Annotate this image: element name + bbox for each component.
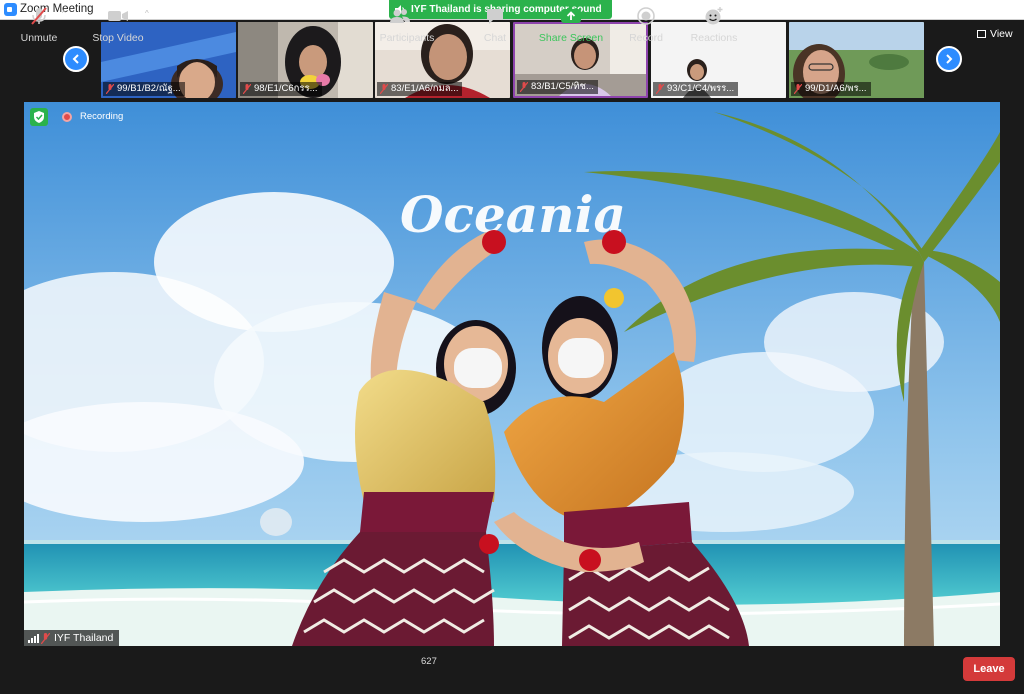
share-screen-button[interactable]: Share Screen bbox=[538, 6, 604, 44]
participant-name-label: 99/B1/B2/ณัฐ... bbox=[103, 82, 185, 96]
presenter-name: IYF Thailand bbox=[54, 632, 114, 644]
svg-text:Oceania: Oceania bbox=[400, 185, 626, 244]
record-button[interactable]: Record bbox=[626, 6, 666, 44]
audio-options-caret-icon[interactable]: ^ bbox=[62, 9, 66, 18]
chevron-right-icon bbox=[946, 54, 953, 64]
record-icon bbox=[637, 7, 655, 25]
reactions-label: Reactions bbox=[690, 32, 738, 44]
participant-count: 627 bbox=[421, 656, 437, 667]
grid-view-icon bbox=[977, 30, 986, 38]
recording-label: Recording bbox=[80, 111, 124, 122]
signal-strength-icon bbox=[28, 634, 39, 643]
muted-mic-icon bbox=[31, 7, 47, 25]
muted-mic-icon bbox=[243, 84, 251, 94]
participants-label: Participants bbox=[379, 32, 435, 44]
view-button-label: View bbox=[990, 28, 1013, 40]
participant-tile[interactable]: 99/D1/A6/พร... bbox=[789, 22, 924, 98]
main-video-stage[interactable]: Oceania Recording IYF Thailand bbox=[24, 102, 1000, 646]
participants-options-caret-icon[interactable]: ^ bbox=[447, 9, 451, 18]
security-shield-icon[interactable] bbox=[30, 108, 48, 126]
stop-video-label: Stop Video bbox=[92, 32, 144, 44]
leave-meeting-button[interactable]: Leave bbox=[963, 657, 1015, 681]
stop-video-button[interactable]: Stop Video bbox=[90, 6, 146, 44]
muted-mic-icon bbox=[380, 84, 388, 94]
participant-name-label: 83/E1/A6/กมล... bbox=[377, 82, 463, 96]
video-camera-icon bbox=[108, 11, 128, 21]
chat-button[interactable]: Chat bbox=[474, 6, 516, 44]
muted-mic-icon bbox=[656, 84, 664, 94]
participants-button[interactable]: Participants bbox=[378, 6, 436, 44]
recording-indicator[interactable]: Recording bbox=[60, 110, 123, 124]
video-options-caret-icon[interactable]: ^ bbox=[145, 9, 149, 18]
unmute-button[interactable]: Unmute bbox=[16, 6, 62, 44]
participant-tile[interactable]: 98/E1/C6กรร... bbox=[238, 22, 373, 98]
participants-icon bbox=[390, 9, 411, 23]
share-screen-icon bbox=[561, 9, 581, 23]
muted-mic-icon bbox=[106, 84, 114, 94]
unmute-label: Unmute bbox=[20, 32, 58, 44]
meeting-controls-toolbar bbox=[0, 647, 1024, 694]
muted-mic-icon bbox=[794, 84, 802, 94]
muted-mic-icon bbox=[41, 633, 50, 644]
muted-mic-icon bbox=[520, 82, 528, 92]
smiley-face-icon bbox=[705, 7, 723, 25]
participant-name-label: 93/C1/C4/พรร... bbox=[653, 82, 739, 96]
participant-name-label: 99/D1/A6/พร... bbox=[791, 82, 871, 96]
view-button[interactable]: View bbox=[972, 26, 1013, 42]
participant-name-label: 98/E1/C6กรร... bbox=[240, 82, 322, 96]
shared-video-content: Oceania bbox=[24, 102, 1000, 646]
recording-dot-icon bbox=[62, 112, 72, 122]
record-label: Record bbox=[629, 32, 663, 44]
previous-page-button[interactable] bbox=[63, 46, 89, 72]
chevron-left-icon bbox=[72, 54, 79, 64]
reactions-button[interactable]: Reactions bbox=[688, 6, 740, 44]
share-screen-label: Share Screen bbox=[538, 32, 604, 44]
chat-bubble-icon bbox=[487, 9, 503, 24]
participant-name-label: 83/B1/C5/ทิช... bbox=[517, 80, 598, 94]
chat-label: Chat bbox=[483, 32, 507, 44]
presenter-name-tag: IYF Thailand bbox=[24, 630, 120, 646]
next-page-button[interactable] bbox=[936, 46, 962, 72]
